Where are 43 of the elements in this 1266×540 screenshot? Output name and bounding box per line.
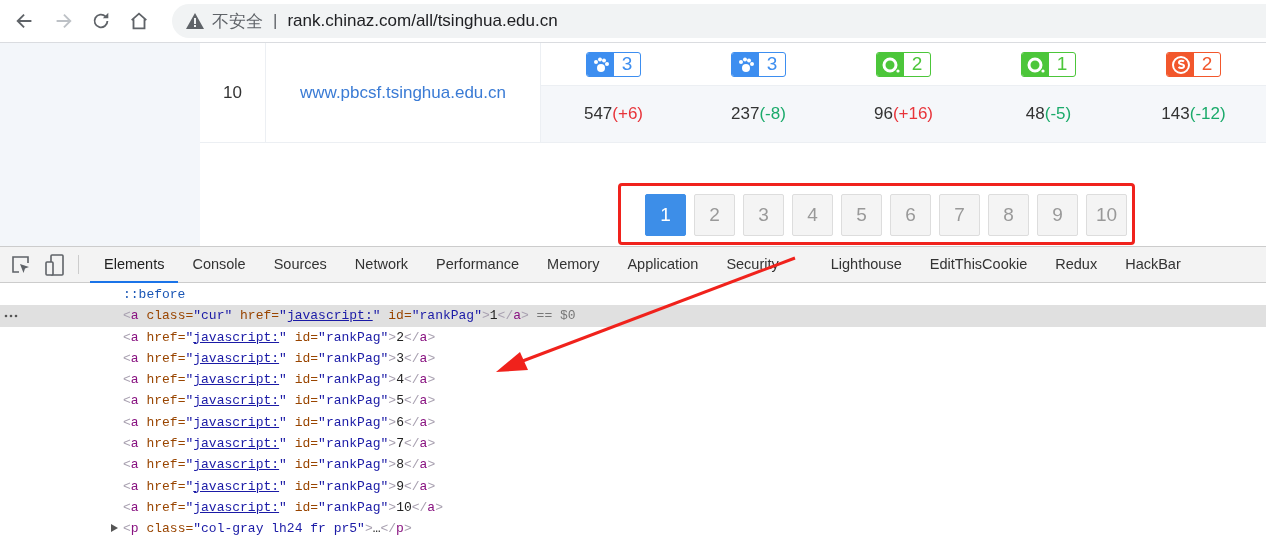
devtools-tab[interactable]: Sources [259,247,341,283]
devtools-tab[interactable]: Elements [90,247,179,283]
rank-badge: 1 [1021,51,1076,77]
home-icon [128,10,150,32]
count-value: 96(+16) [873,104,934,124]
rank-badge: 2 [876,51,931,77]
count-value: 547(+6) [583,104,644,124]
devtools-tab[interactable]: Performance [422,247,534,283]
count-value: 237(-8) [731,104,786,124]
warning-icon [186,13,204,29]
count-value: 143(-12) [1161,104,1226,124]
code-line[interactable]: <a href="javascript:" id="rankPag">6</a> [123,414,436,430]
code-line[interactable]: <a href="javascript:" id="rankPag">10</a> [123,499,443,515]
device-icon[interactable] [45,253,65,276]
devtools-tab[interactable]: Redux [1041,247,1112,283]
count-value: 48(-5) [1025,104,1072,124]
rank-badge: 2 [1166,51,1221,77]
devtools-tab[interactable]: Memory [533,247,614,283]
code-line[interactable]: <a href="javascript:" id="rankPag">9</a> [123,478,436,494]
pseudo-element-line[interactable]: ::before [123,287,186,302]
security-label: 不安全 [212,10,263,33]
code-line[interactable]: <a href="javascript:" id="rankPag">7</a> [123,436,436,452]
code-line[interactable]: <a href="javascript:" id="rankPag">5</a> [123,393,436,409]
devtools-tab[interactable]: HackBar [1111,247,1195,283]
devtools-tab[interactable]: Console [178,247,260,283]
rank-badge: 3 [586,51,641,77]
code-line[interactable]: <a href="javascript:" id="rankPag">3</a> [123,350,436,366]
domain-link[interactable]: www.pbcsf.tsinghua.edu.cn [300,82,506,103]
code-line[interactable]: <p class="col-gray lh24 fr pr5">…</p> [123,521,412,537]
devtools-tab[interactable]: Network [340,247,423,283]
code-line[interactable]: <a href="javascript:" id="rankPag">8</a> [123,457,436,473]
devtools-tab[interactable]: EditThisCookie [915,247,1042,283]
rank-number: 10 [223,82,242,103]
devtools-tab[interactable]: Lighthouse [816,247,916,283]
code-line[interactable]: <a href="javascript:" id="rankPag">2</a> [123,329,436,345]
rank-badge: 3 [731,51,786,77]
devtools-tab[interactable]: Application [613,247,713,283]
expand-triangle-icon[interactable] [111,524,118,533]
code-line[interactable]: <a href="javascript:" id="rankPag">4</a> [123,372,436,388]
address-bar[interactable]: 不安全 | rank.chinaz.com/all/tsinghua.edu.cn [172,4,1266,38]
url-text: rank.chinaz.com/all/tsinghua.edu.cn [287,11,558,31]
separator-text: | [273,11,278,31]
inspect-icon[interactable] [11,254,31,275]
